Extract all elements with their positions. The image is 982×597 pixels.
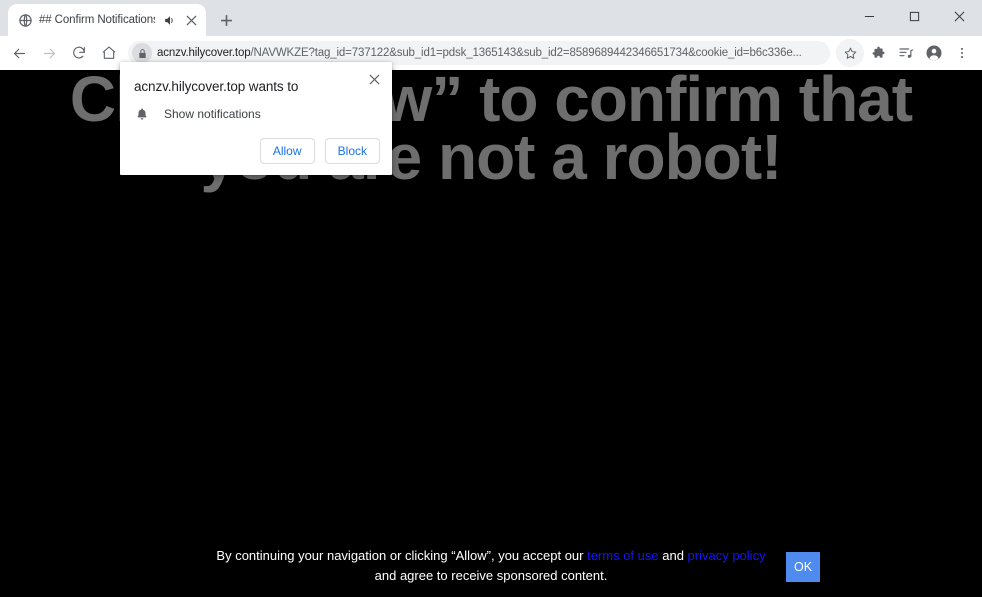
speaker-icon[interactable] xyxy=(161,12,177,28)
bell-icon xyxy=(134,106,150,122)
maximize-button[interactable] xyxy=(892,0,937,32)
consent-text: By continuing your navigation or clickin… xyxy=(211,546,771,586)
tab-close-icon[interactable] xyxy=(183,12,199,28)
new-tab-button[interactable] xyxy=(212,6,240,34)
window-controls xyxy=(847,0,982,32)
dialog-title: acnzv.hilycover.top wants to xyxy=(134,79,299,94)
permission-row: Show notifications xyxy=(134,106,261,122)
puzzle-icon[interactable] xyxy=(864,39,892,67)
profile-avatar-icon[interactable] xyxy=(920,39,948,67)
permission-label: Show notifications xyxy=(164,107,261,121)
lock-icon xyxy=(132,43,152,63)
consent-text-part-1: By continuing your navigation or clickin… xyxy=(216,548,588,563)
close-window-button[interactable] xyxy=(937,0,982,32)
globe-icon xyxy=(17,12,33,28)
url-text: acnzv.hilycover.top/NAVWKZE?tag_id=73712… xyxy=(157,47,822,59)
three-dot-menu-icon[interactable] xyxy=(948,39,976,67)
tab-title: ## Confirm Notifications ## xyxy=(39,14,155,26)
star-icon[interactable] xyxy=(836,39,864,67)
tab-confirm-notifications[interactable]: ## Confirm Notifications ## xyxy=(8,4,206,36)
consent-text-part-3: and agree to receive sponsored content. xyxy=(374,568,608,583)
notification-permission-dialog: acnzv.hilycover.top wants to Show notifi… xyxy=(120,62,392,175)
reading-list-icon[interactable] xyxy=(892,39,920,67)
dialog-actions: Allow Block xyxy=(259,138,380,164)
url-host: acnzv.hilycover.top xyxy=(157,47,251,59)
tab-strip: ## Confirm Notifications ## xyxy=(0,0,982,36)
consent-text-part-2: and xyxy=(658,548,688,563)
terms-of-use-link[interactable]: terms of use xyxy=(587,548,659,563)
url-path: /NAVWKZE?tag_id=737122&sub_id1=pdsk_1365… xyxy=(250,47,802,59)
back-arrow-icon[interactable] xyxy=(4,38,34,68)
reload-icon[interactable] xyxy=(64,38,94,68)
allow-button[interactable]: Allow xyxy=(259,138,315,164)
forward-arrow-icon[interactable] xyxy=(34,38,64,68)
browser-chrome: ## Confirm Notifications ## xyxy=(0,0,982,70)
minimize-button[interactable] xyxy=(847,0,892,32)
ok-button[interactable]: OK xyxy=(786,552,820,582)
block-button[interactable]: Block xyxy=(324,138,380,164)
dialog-close-icon[interactable] xyxy=(364,69,384,89)
browser-window: ## Confirm Notifications ## xyxy=(0,0,982,597)
privacy-policy-link[interactable]: privacy policy xyxy=(688,548,766,563)
consent-banner: By continuing your navigation or clickin… xyxy=(0,535,982,597)
